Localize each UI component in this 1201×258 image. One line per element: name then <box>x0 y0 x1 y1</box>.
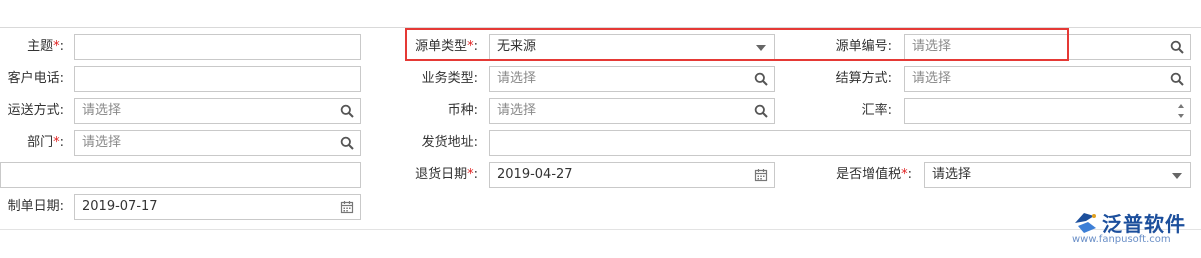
source-no-label: 源单编号: <box>835 39 892 54</box>
spinner-arrows-icon[interactable] <box>1176 101 1186 121</box>
return-date-label: 退货日期*: <box>415 167 478 182</box>
fanpu-logo-icon <box>1075 213 1096 233</box>
settlement-label: 结算方式: <box>835 71 892 86</box>
search-icon[interactable] <box>1170 72 1184 86</box>
return-date-value: 2019-04-27 <box>497 167 573 182</box>
department-placeholder: 请选择 <box>82 135 122 150</box>
business-type-placeholder: 请选择 <box>497 71 537 86</box>
vat-label: 是否增值税*: <box>836 167 912 182</box>
shipping-method-label: 运送方式: <box>7 103 64 118</box>
calendar-icon[interactable] <box>754 168 768 182</box>
source-type-value: 无来源 <box>497 39 537 54</box>
currency-label: 币种: <box>447 103 478 118</box>
created-date-value: 2019-07-17 <box>82 199 158 214</box>
source-type-select[interactable]: 无来源 <box>489 34 775 60</box>
subject-label: 主题*: <box>27 39 64 54</box>
return-date-field[interactable]: 2019-04-27 <box>489 162 775 188</box>
exchange-rate-input[interactable] <box>904 98 1191 124</box>
search-icon[interactable] <box>340 136 354 150</box>
shipping-address-label: 发货地址: <box>421 135 478 150</box>
search-icon[interactable] <box>1170 40 1184 54</box>
search-icon[interactable] <box>340 104 354 118</box>
search-icon[interactable] <box>754 104 768 118</box>
shipping-method-placeholder: 请选择 <box>82 103 122 118</box>
settlement-field[interactable]: 请选择 <box>904 66 1191 92</box>
watermark-brand: 泛普软件 <box>1102 212 1186 236</box>
shipping-method-field[interactable]: 请选择 <box>74 98 361 124</box>
source-type-label: 源单类型*: <box>415 39 478 54</box>
source-no-placeholder: 请选择 <box>912 39 952 54</box>
currency-placeholder: 请选择 <box>497 103 537 118</box>
source-no-field[interactable]: 请选择 <box>904 34 1191 60</box>
chevron-down-icon[interactable] <box>1172 173 1182 179</box>
search-icon[interactable] <box>754 72 768 86</box>
exchange-rate-label: 汇率: <box>861 103 892 118</box>
created-date-label: 制单日期: <box>7 199 64 214</box>
created-date-field[interactable]: 2019-07-17 <box>74 194 361 220</box>
top-divider <box>0 27 1201 28</box>
watermark-logo: 泛普软件 www.fanpusoft.com <box>1072 208 1196 248</box>
watermark-url: www.fanpusoft.com <box>1072 234 1171 245</box>
business-type-label: 业务类型: <box>421 71 478 86</box>
settlement-placeholder: 请选择 <box>912 71 952 86</box>
customer-phone-label: 客户电话: <box>7 71 64 86</box>
department-field[interactable]: 请选择 <box>74 130 361 156</box>
business-type-field[interactable]: 请选择 <box>489 66 775 92</box>
blank-input[interactable] <box>0 162 361 188</box>
vat-placeholder: 请选择 <box>932 167 972 182</box>
bottom-divider <box>0 229 1201 230</box>
vat-select[interactable]: 请选择 <box>924 162 1191 188</box>
shipping-address-input[interactable] <box>489 130 1191 156</box>
department-label: 部门*: <box>27 135 64 150</box>
customer-phone-input[interactable] <box>74 66 361 92</box>
calendar-icon[interactable] <box>340 200 354 214</box>
chevron-down-icon[interactable] <box>756 45 766 51</box>
currency-field[interactable]: 请选择 <box>489 98 775 124</box>
subject-input[interactable] <box>74 34 361 60</box>
